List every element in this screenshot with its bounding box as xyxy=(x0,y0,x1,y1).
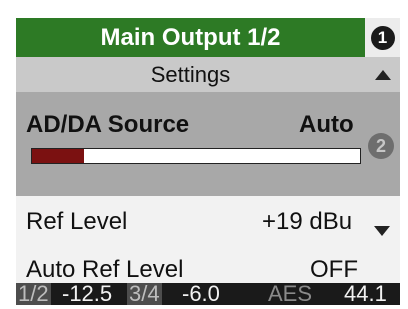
arrow-up-icon xyxy=(374,69,391,80)
page-number-badge: 1 xyxy=(370,25,395,50)
footer-ch1-label: 1/2 xyxy=(16,281,51,305)
page-title: Main Output 1/2 xyxy=(16,18,365,57)
ad-da-source-value[interactable]: Auto xyxy=(299,111,354,139)
ref-level-label: Ref Level xyxy=(26,208,128,235)
level-meter-fill xyxy=(32,149,85,163)
device-screen: Main Output 1/2 1 Settings AD/DA Source … xyxy=(16,18,400,305)
footer-ch2-label: 3/4 xyxy=(127,281,162,305)
scroll-up-button[interactable] xyxy=(365,57,400,92)
footer-ch2-value: -6.0 xyxy=(182,281,220,305)
ref-level-value[interactable]: +19 dBu xyxy=(262,208,352,236)
footer-sync-label: AES xyxy=(268,281,313,305)
auto-ref-level-label: Auto Ref Level xyxy=(26,256,184,283)
header-badge-area: 1 xyxy=(365,18,400,57)
footer-ch1-value: -12.5 xyxy=(62,281,113,305)
auto-ref-level-value[interactable]: OFF xyxy=(310,256,358,284)
ad-da-source-label: AD/DA Source xyxy=(26,111,190,138)
level-meter xyxy=(31,148,361,164)
encoder-badge: 2 xyxy=(368,133,394,159)
settings-tab[interactable]: Settings xyxy=(16,57,365,92)
chevron-down-icon xyxy=(374,226,390,236)
ad-da-source-row[interactable] xyxy=(16,92,400,196)
footer-sync-value: 44.1 xyxy=(344,281,387,305)
ref-level-dropdown[interactable] xyxy=(374,226,390,236)
